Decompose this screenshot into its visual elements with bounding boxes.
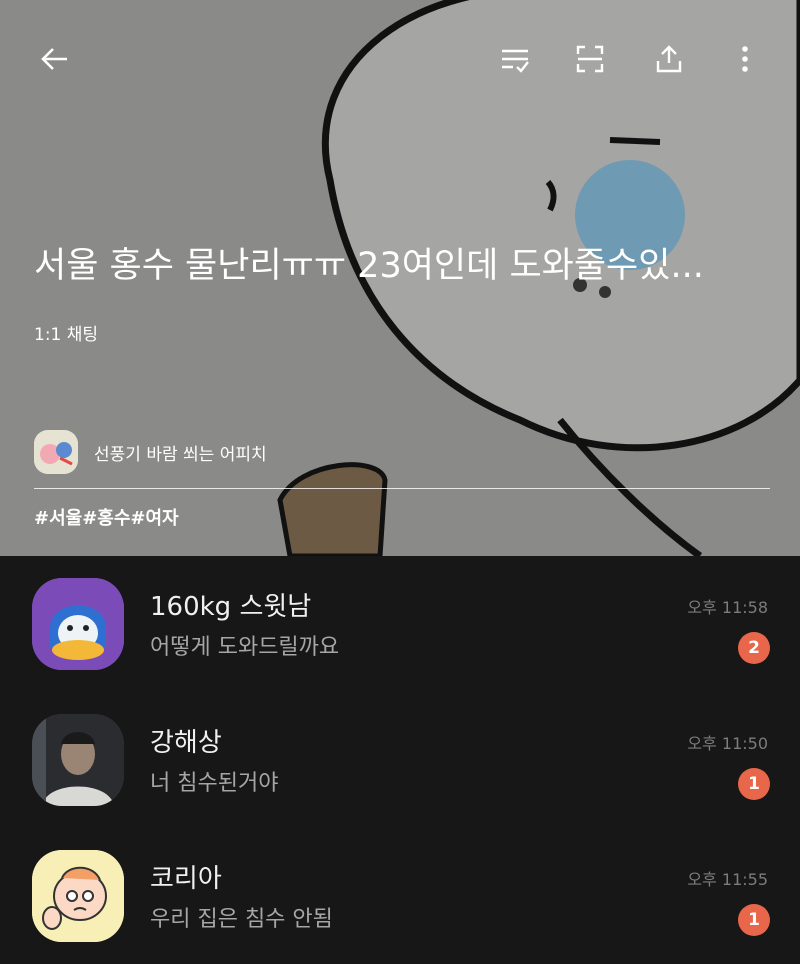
chat-preview: 너 침수된거야 [150,771,279,796]
chat-name: 강해상 [150,728,222,758]
share-icon[interactable] [648,38,690,80]
unread-badge: 1 [738,904,770,936]
chat-row-3[interactable]: 코리아 우리 집은 침수 안됨 오후 11:55 1 [0,828,800,964]
unread-badge: 1 [738,768,770,800]
chat-time: 오후 11:50 [687,734,768,753]
chatroom-title: 서울 홍수 물난리ㅠㅠ 23여인데 도와줄수있... [34,246,704,286]
owner-name: 선풍기 바람 쐬는 어피치 [94,444,267,465]
owner-avatar [34,430,78,474]
chat-preview: 우리 집은 침수 안됨 [150,907,333,932]
hashtags: #서울#홍수#여자 [34,508,179,529]
chat-row-2[interactable]: 강해상 너 침수된거야 오후 11:50 1 [0,692,800,828]
room-owner[interactable]: 선풍기 바람 쐬는 어피치 [34,430,267,474]
chat-time: 오후 11:58 [687,598,768,617]
chat-preview: 어떻게 도와드릴까요 [150,635,340,660]
header-divider [34,488,770,489]
back-arrow-icon[interactable] [34,38,76,80]
chat-row-1[interactable]: 160kg 스윗남 어떻게 도와드릴까요 오후 11:58 2 [0,556,800,692]
chat-name: 코리아 [150,864,222,894]
scan-icon[interactable] [569,38,611,80]
checklist-icon[interactable] [494,38,536,80]
more-icon[interactable] [724,38,766,80]
unread-badge: 2 [738,632,770,664]
chat-name: 160kg 스윗남 [150,592,312,622]
chat-type-label: 1:1 채팅 [34,325,99,345]
chat-time: 오후 11:55 [687,870,768,889]
avatar [32,850,124,942]
chat-list: 160kg 스윗남 어떻게 도와드릴까요 오후 11:58 2 강해상 너 침수… [0,556,800,964]
chatroom-header: 서울 홍수 물난리ㅠㅠ 23여인데 도와줄수있... 1:1 채팅 선풍기 바람… [0,0,800,556]
avatar [32,578,124,670]
avatar [32,714,124,806]
